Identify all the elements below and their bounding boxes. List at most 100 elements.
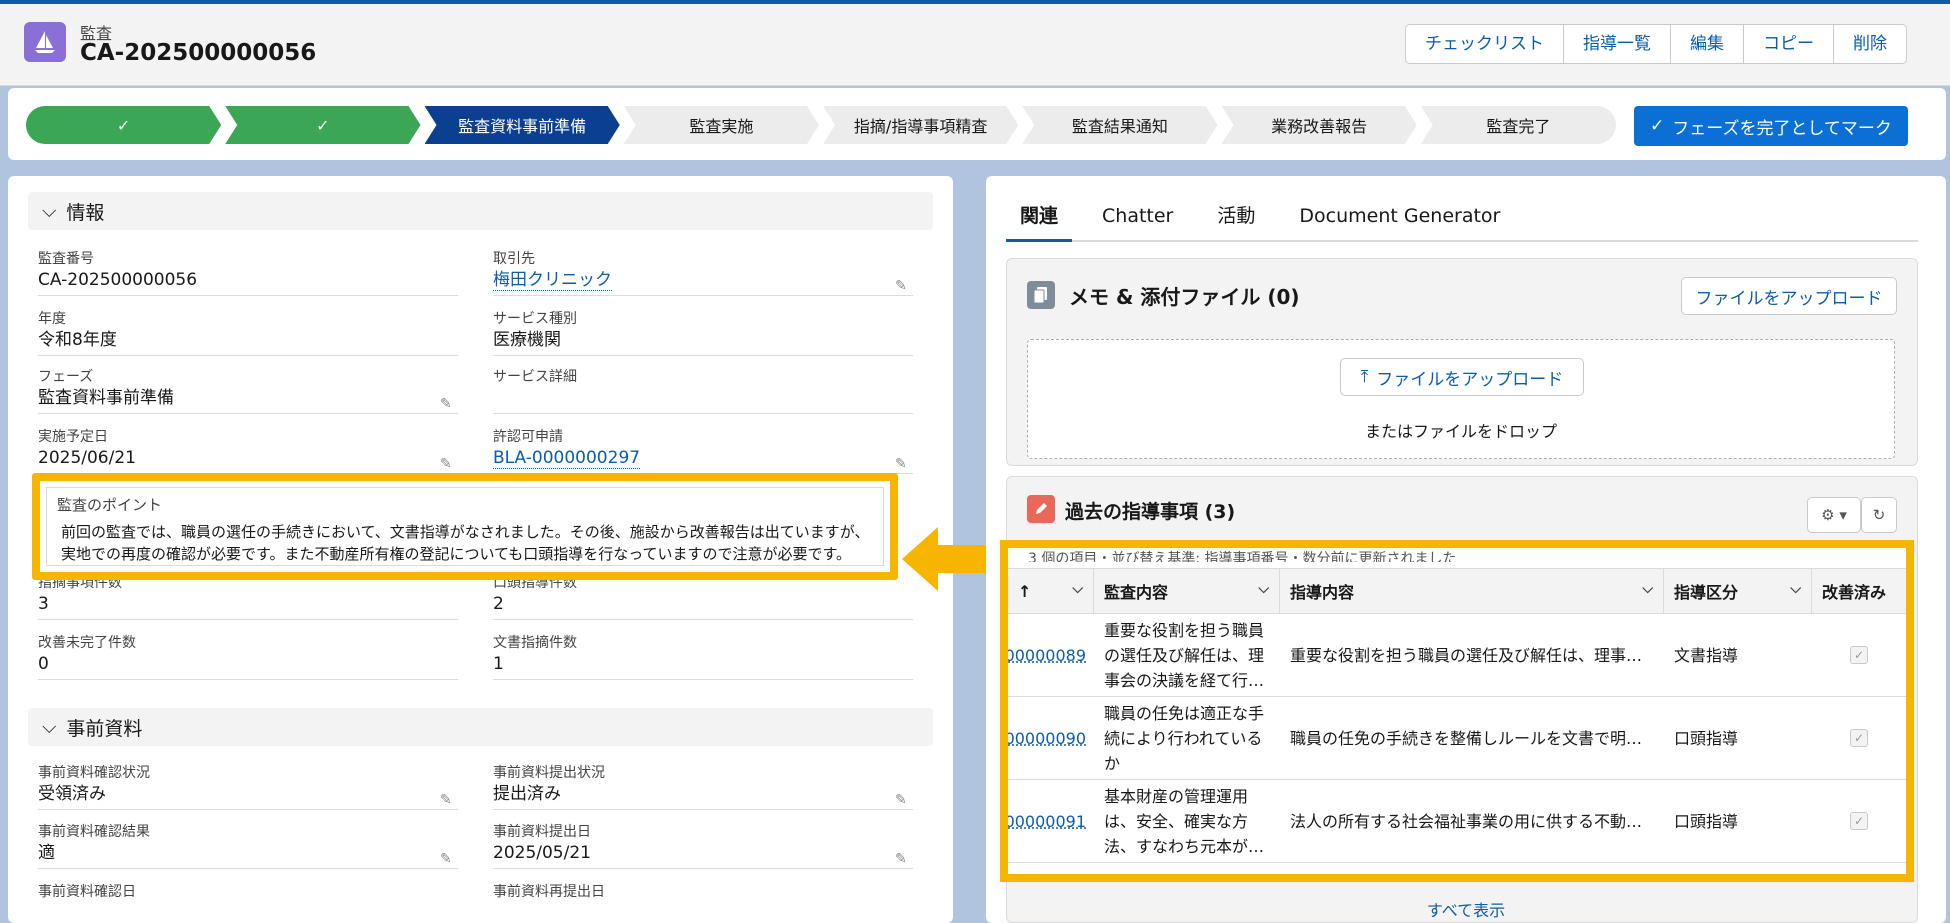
- field-label: 許認可申請: [493, 429, 563, 445]
- cell-content: 職員の任免の手続きを整備しルールを文書で明…: [1290, 728, 1643, 748]
- path-stage-4[interactable]: 監査実施: [624, 106, 819, 144]
- cell-content: 重要な役割を担う職員の選任及び解任は、理事…: [1290, 645, 1643, 665]
- field-year: 年度 令和8年度: [38, 308, 458, 356]
- guidance-table-highlight: 3 個の項目・並び替え基準: 指導事項番号・数分前に更新されました ↑ ⌵ 監査内…: [1000, 540, 1914, 882]
- field-value: 監査資料事前準備 ✎: [38, 384, 458, 414]
- cell-resolved: ✓: [1812, 697, 1906, 779]
- column-label: 指導内容: [1290, 583, 1355, 602]
- field-label: 実施予定日: [38, 429, 108, 445]
- upload-files-button[interactable]: ファイルをアップロード: [1681, 277, 1897, 315]
- notes-attachments-card: メモ & 添付ファイル (0) ファイルをアップロード ⤒ ファイルをアップロー…: [1006, 258, 1918, 466]
- pencil-icon[interactable]: ✎: [895, 450, 911, 472]
- column-label: 監査内容: [1104, 583, 1169, 602]
- pencil-icon[interactable]: ✎: [440, 786, 456, 808]
- field-confirm-date: 事前資料確認日: [38, 881, 458, 900]
- column-header-resolved[interactable]: 改善済み: [1812, 569, 1906, 613]
- field-permit: 許認可申請 BLA-0000000297 ✎: [493, 426, 913, 474]
- checkbox-checked-icon: ✓: [1850, 729, 1868, 747]
- chevron-down-icon: ⌵: [42, 716, 57, 738]
- column-header-content[interactable]: 指導内容 ⌵: [1280, 569, 1664, 613]
- chevron-down-icon[interactable]: ⌵: [1790, 581, 1801, 597]
- table-header: ↑ ⌵ 監査内容 ⌵ 指導内容 ⌵ 指導区分 ⌵ 改善済み: [1008, 568, 1906, 614]
- sort-asc-icon: ↑: [1018, 581, 1032, 601]
- chevron-down-icon: ⌵: [42, 200, 57, 222]
- field-value: 2025/05/21 ✎: [493, 839, 913, 869]
- pencil-icon: [1027, 495, 1055, 523]
- pencil-icon[interactable]: ✎: [895, 272, 911, 294]
- path-stage-6[interactable]: 監査結果通知: [1022, 106, 1217, 144]
- path-stage-current[interactable]: 監査資料事前準備: [425, 106, 620, 144]
- field-label: 事前資料再提出日: [493, 884, 605, 900]
- view-all-link[interactable]: すべて表示: [986, 897, 1946, 921]
- field-label: 取引先: [493, 251, 535, 267]
- pencil-icon[interactable]: ✎: [440, 390, 456, 412]
- field-label: 事前資料提出日: [493, 824, 591, 840]
- field-value: 0: [38, 650, 458, 680]
- path-stage-1[interactable]: ✓: [26, 106, 221, 144]
- audit-point-line: 実地での再度の確認が必要です。また不動産所有権の登記についても口頭指導を行なって…: [61, 545, 852, 563]
- file-icon: [1027, 281, 1055, 309]
- guidance-number-link[interactable]: 00000089: [1008, 614, 1094, 696]
- delete-button[interactable]: 削除: [1834, 25, 1906, 63]
- guidance-list-button[interactable]: 指導一覧: [1564, 25, 1671, 63]
- field-label: 事前資料確認状況: [38, 765, 150, 781]
- dropzone-upload-button[interactable]: ⤒ ファイルをアップロード: [1340, 358, 1584, 396]
- chevron-down-icon[interactable]: ⌵: [1258, 581, 1269, 597]
- path-stage-7[interactable]: 業務改善報告: [1222, 106, 1417, 144]
- guidance-number-link[interactable]: 00000090: [1008, 697, 1094, 779]
- field-resubmit-date: 事前資料再提出日: [493, 881, 913, 900]
- copy-button[interactable]: コピー: [1744, 25, 1834, 63]
- account-link[interactable]: 梅田クリニック: [493, 270, 612, 291]
- tab-document-generator[interactable]: Document Generator: [1285, 196, 1514, 242]
- table-row: 00000090 職員の任免は適正な手続により行われているか 職員の任免の手続き…: [1008, 697, 1906, 780]
- pencil-icon[interactable]: ✎: [895, 845, 911, 867]
- planned-date-value: 2025/06/21: [38, 448, 136, 468]
- column-label: 指導区分: [1674, 583, 1739, 602]
- info-section-header[interactable]: ⌵ 情報: [28, 192, 933, 230]
- checkbox-checked-icon: ✓: [1850, 646, 1868, 664]
- tab-chatter[interactable]: Chatter: [1088, 196, 1187, 242]
- column-header-number[interactable]: ↑ ⌵: [1008, 569, 1094, 613]
- gear-icon[interactable]: ⚙ ▾: [1807, 497, 1861, 533]
- path-stage-2[interactable]: ✓: [225, 106, 420, 144]
- field-value: [493, 384, 913, 414]
- pencil-icon[interactable]: ✎: [440, 450, 456, 472]
- field-value: 1: [493, 650, 913, 680]
- mark-phase-complete-button[interactable]: ✓ フェーズを完了としてマーク: [1634, 106, 1908, 146]
- cell-resolved: ✓: [1812, 614, 1906, 696]
- column-label: 改善済み: [1822, 583, 1887, 602]
- path-card: ✓ ✓ 監査資料事前準備 監査実施 指摘/指導事項精査 監査結果通知 業務改善報…: [8, 88, 1946, 160]
- guidance-number-link[interactable]: 00000091: [1008, 780, 1094, 862]
- pencil-icon[interactable]: ✎: [895, 786, 911, 808]
- cell-type: 文書指導: [1674, 645, 1739, 665]
- field-value: 2025/06/21 ✎: [38, 444, 458, 474]
- field-value: 適 ✎: [38, 839, 458, 869]
- field-label: 年度: [38, 311, 66, 327]
- field-label: フェーズ: [38, 369, 94, 385]
- record-title: CA-202500000056: [80, 40, 317, 66]
- submit-date-value: 2025/05/21: [493, 843, 591, 863]
- file-dropzone[interactable]: ⤒ ファイルをアップロード またはファイルをドロップ: [1027, 339, 1895, 459]
- field-service-detail: サービス詳細: [493, 366, 913, 414]
- field-value: CA-202500000056: [38, 266, 458, 296]
- chevron-down-icon[interactable]: ⌵: [1642, 581, 1653, 597]
- prep-section-header[interactable]: ⌵ 事前資料: [28, 708, 933, 746]
- permit-link[interactable]: BLA-0000000297: [493, 448, 641, 469]
- column-header-audit[interactable]: 監査内容 ⌵: [1094, 569, 1280, 613]
- chevron-down-icon[interactable]: ⌵: [1072, 581, 1083, 597]
- tab-activity[interactable]: 活動: [1203, 196, 1269, 242]
- column-header-type[interactable]: 指導区分 ⌵: [1664, 569, 1812, 613]
- audit-object-icon: [24, 22, 66, 62]
- edit-button[interactable]: 編集: [1671, 25, 1744, 63]
- path-stage-5[interactable]: 指摘/指導事項精査: [823, 106, 1018, 144]
- field-value: BLA-0000000297 ✎: [493, 444, 913, 474]
- cell-type: 口頭指導: [1674, 811, 1739, 831]
- field-audit-no: 監査番号 CA-202500000056: [38, 248, 458, 296]
- field-confirm-result: 事前資料確認結果 適 ✎: [38, 821, 458, 869]
- checklist-button[interactable]: チェックリスト: [1406, 25, 1564, 63]
- refresh-icon[interactable]: ↻: [1861, 497, 1897, 533]
- tab-related[interactable]: 関連: [1006, 196, 1073, 242]
- pencil-icon[interactable]: ✎: [440, 845, 456, 867]
- field-label: 改善未完了件数: [38, 635, 136, 651]
- path-stage-8[interactable]: 監査完了: [1420, 106, 1616, 144]
